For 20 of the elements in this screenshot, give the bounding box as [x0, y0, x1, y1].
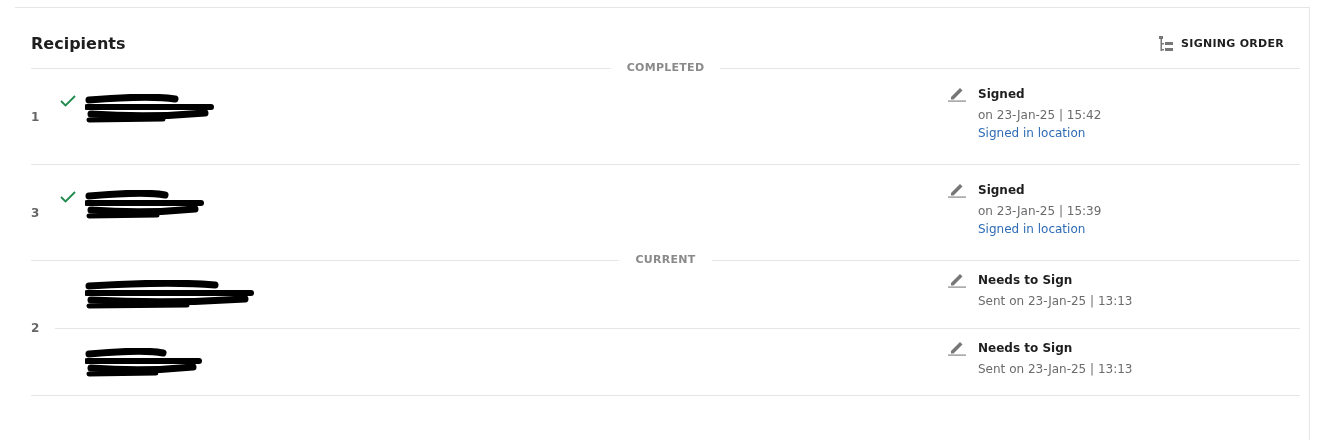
status-date: on 23-Jan-25 | 15:42 — [978, 107, 1102, 124]
pen-icon — [948, 339, 966, 356]
status-date: on 23-Jan-25 | 15:39 — [978, 203, 1102, 220]
location-link[interactable]: Signed in location — [978, 124, 1102, 142]
signing-order-button[interactable]: SIGNING ORDER — [1159, 35, 1300, 53]
order-number: 2 — [31, 320, 41, 337]
location-link[interactable]: Signed in location — [978, 220, 1102, 238]
section-title: Recipients — [31, 33, 126, 55]
status-label: Needs to Sign — [978, 272, 1074, 289]
status-label: Signed — [978, 86, 1026, 103]
order-number: 3 — [31, 204, 41, 222]
status-label: Signed — [978, 182, 1026, 199]
pen-icon — [948, 271, 966, 288]
status-label: Needs to Sign — [978, 340, 1074, 357]
status-date: Sent on 23-Jan-25 | 13:13 — [978, 293, 1133, 310]
order-number: 1 — [31, 108, 41, 126]
pen-icon — [948, 85, 966, 102]
status-date: Sent on 23-Jan-25 | 13:13 — [978, 361, 1133, 378]
hierarchy-icon — [1159, 36, 1174, 52]
pen-icon — [948, 181, 966, 198]
